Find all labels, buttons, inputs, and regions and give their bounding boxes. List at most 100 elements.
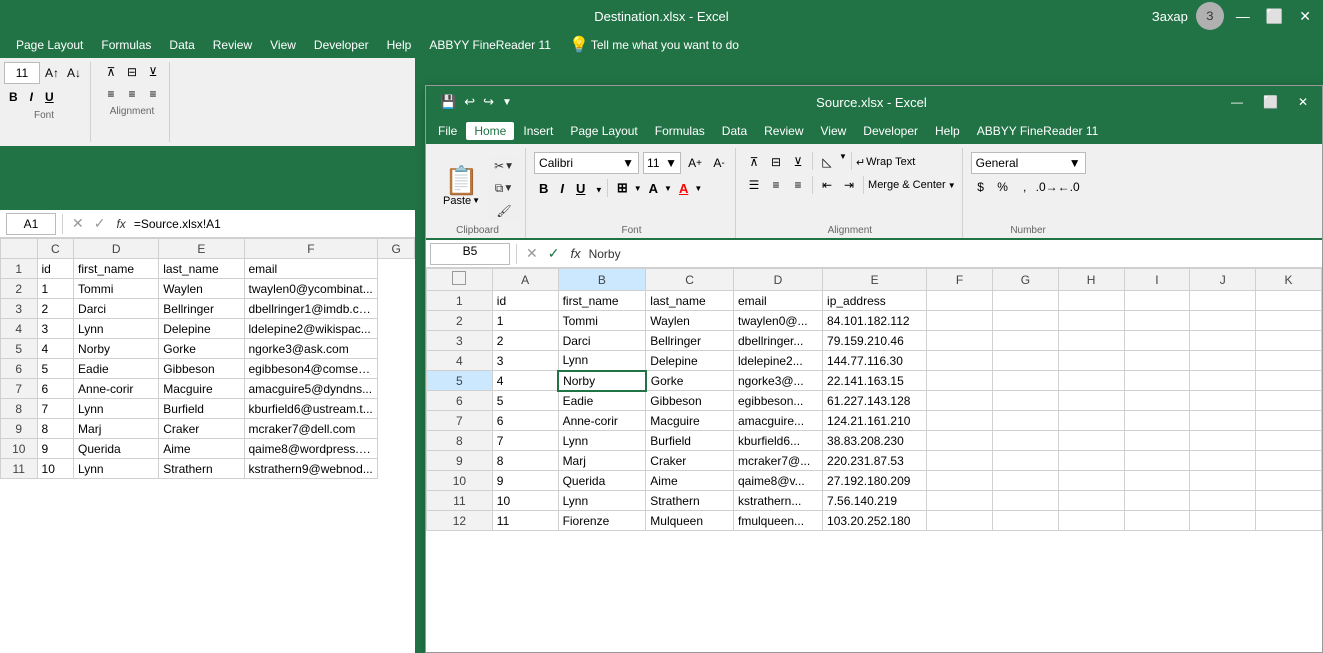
increase-decimal-btn[interactable]: .0→ [1037,177,1057,197]
cell-1-1[interactable]: id [492,291,558,311]
cell-11-11[interactable] [1256,491,1322,511]
cell-3-4[interactable]: dbellringer... [734,331,823,351]
bg-italic-btn[interactable]: I [25,86,38,108]
cell-4-1[interactable]: 3 [492,351,558,371]
currency-btn[interactable]: $ [971,177,991,197]
cell-12-8[interactable] [1058,511,1124,531]
row-header-12[interactable]: 12 [427,511,493,531]
cell-3-1[interactable]: 2 [492,331,558,351]
format-painter-btn[interactable]: 🖌 [489,201,519,221]
cell-9-5[interactable]: 220.231.87.53 [823,451,927,471]
cell-6-10[interactable] [1190,391,1256,411]
bg-name-box[interactable]: A1 [6,213,56,235]
cell-8-4[interactable]: kburfield6... [734,431,823,451]
cell-10-1[interactable]: 9 [492,471,558,491]
global-menu-help[interactable]: Help [379,36,420,54]
bg-formula-cancel[interactable]: ✕ [69,215,87,232]
cell-2-7[interactable] [992,311,1058,331]
row-header-5[interactable]: 5 [427,371,493,391]
cell-2-1[interactable]: 1 [492,311,558,331]
bg-cell-11-1[interactable]: 10 [37,459,74,479]
cell-8-3[interactable]: Burfield [646,431,734,451]
row-header-6[interactable]: 6 [427,391,493,411]
bg-row-header-11[interactable]: 11 [1,459,38,479]
cell-9-3[interactable]: Craker [646,451,734,471]
menu-view[interactable]: View [813,122,855,140]
italic-btn[interactable]: I [555,177,569,199]
bg-row-header-3[interactable]: 3 [1,299,38,319]
minimize-btn[interactable]: — [1232,8,1254,24]
font-size-dropdown[interactable]: 11 ▼ [643,152,681,174]
row-header-10[interactable]: 10 [427,471,493,491]
cell-4-2[interactable]: Lynn [558,351,646,371]
cell-10-4[interactable]: qaime8@v... [734,471,823,491]
fill-color-btn[interactable]: A [644,177,663,199]
cell-10-6[interactable] [927,471,993,491]
font-decrease-btn[interactable]: A- [709,153,729,173]
increase-indent-btn[interactable]: ⇥ [839,175,859,195]
col-header-B[interactable]: B [558,269,646,291]
bg-row-header-2[interactable]: 2 [1,279,38,299]
bg-col-g[interactable]: G [378,239,415,259]
border-dropdown[interactable]: ▼ [634,184,642,193]
global-menu-review[interactable]: Review [205,36,260,54]
bg-cell-2-3[interactable]: Waylen [159,279,244,299]
paste-dropdown[interactable]: ▼ [472,196,480,205]
global-menu-page-layout[interactable]: Page Layout [8,36,91,54]
global-menu-abbyy[interactable]: ABBYY FineReader 11 [421,36,559,54]
cell-3-11[interactable] [1256,331,1322,351]
cell-12-11[interactable] [1256,511,1322,531]
cell-2-8[interactable] [1058,311,1124,331]
cell-1-9[interactable] [1124,291,1190,311]
font-increase-btn[interactable]: A+ [685,153,705,173]
bg-align-top[interactable]: ⊼ [101,62,121,82]
cell-9-11[interactable] [1256,451,1322,471]
cell-12-9[interactable] [1124,511,1190,531]
cell-1-6[interactable] [927,291,993,311]
bg-cell-6-1[interactable]: 5 [37,359,74,379]
cell-5-4[interactable]: ngorke3@... [734,371,823,391]
row-header-2[interactable]: 2 [427,311,493,331]
bg-col-c[interactable]: C [37,239,74,259]
fg-minimize[interactable]: — [1225,93,1249,111]
bg-row-header-4[interactable]: 4 [1,319,38,339]
bg-cell-9-3[interactable]: Craker [159,419,244,439]
cell-11-8[interactable] [1058,491,1124,511]
cell-12-7[interactable] [992,511,1058,531]
bg-cell-7-4[interactable]: amacguire5@dyndns... [244,379,378,399]
cell-3-10[interactable] [1190,331,1256,351]
bg-underline-btn[interactable]: U [40,86,59,108]
align-middle-btn[interactable]: ⊟ [766,152,786,172]
cell-6-6[interactable] [927,391,993,411]
global-menu-data[interactable]: Data [161,36,202,54]
bg-cell-2-4[interactable]: twaylen0@ycombinat... [244,279,378,299]
cell-8-6[interactable] [927,431,993,451]
cell-6-11[interactable] [1256,391,1322,411]
bg-cell-11-2[interactable]: Lynn [74,459,159,479]
cell-5-8[interactable] [1058,371,1124,391]
cell-8-10[interactable] [1190,431,1256,451]
bg-cell-8-4[interactable]: kburfield6@ustream.t... [244,399,378,419]
border-btn[interactable]: ⊞ [612,177,633,199]
bg-align-bottom[interactable]: ⊻ [143,62,163,82]
undo-icon[interactable]: ↩ [462,92,477,112]
cell-5-2[interactable]: Norby [558,371,646,391]
cell-5-1[interactable]: 4 [492,371,558,391]
bg-col-f[interactable]: F [244,239,378,259]
cell-7-6[interactable] [927,411,993,431]
bg-cell-6-4[interactable]: egibbeson4@comsenz... [244,359,378,379]
cell-10-5[interactable]: 27.192.180.209 [823,471,927,491]
col-header-E[interactable]: E [823,269,927,291]
bg-row-header-9[interactable]: 9 [1,419,38,439]
bg-font-decrease[interactable]: A↓ [64,63,84,83]
cell-4-10[interactable] [1190,351,1256,371]
col-header-C[interactable]: C [646,269,734,291]
cell-3-3[interactable]: Bellringer [646,331,734,351]
bg-align-left[interactable]: ≡ [101,84,121,104]
bg-cell-10-4[interactable]: qaime8@wordpress.o... [244,439,378,459]
row-header-4[interactable]: 4 [427,351,493,371]
cell-8-5[interactable]: 38.83.208.230 [823,431,927,451]
bg-cell-4-2[interactable]: Lynn [74,319,159,339]
cell-10-7[interactable] [992,471,1058,491]
col-header-J[interactable]: J [1190,269,1256,291]
